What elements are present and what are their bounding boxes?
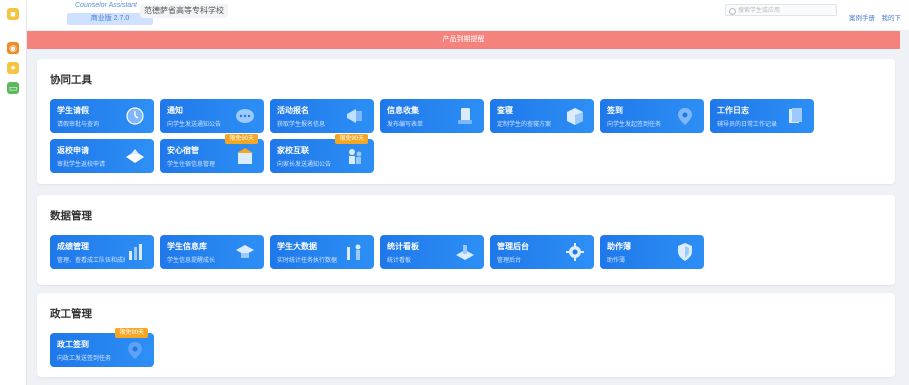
tile-work-log[interactable]: 工作日志 辅导员的日常工作记录 xyxy=(710,99,814,133)
dashboard-icon xyxy=(456,245,474,260)
tile-desc: 学生住宿信息管理 xyxy=(167,162,216,168)
tile-title: 统计看板 xyxy=(387,242,419,251)
tile-political-checkin[interactable]: 限免90天 政工签到 向政工发送签到任务 xyxy=(50,328,154,367)
rss-icon[interactable]: ◉ xyxy=(7,42,19,54)
tile-title: 工作日志 xyxy=(717,106,749,115)
search-icon xyxy=(729,8,736,15)
section-collab-tools: 协同工具 学生请假 请假审批与查询 通知 向学生发送通知公告 活动报名 获取学生… xyxy=(37,59,895,184)
tile-notice[interactable]: 通知 向学生发送通知公告 xyxy=(160,99,264,133)
data-person-icon xyxy=(347,244,361,260)
tile-desc: 向家长发送通知公告 xyxy=(277,162,332,168)
shield-icon xyxy=(678,243,692,261)
tile-desc: 发布编写表单 xyxy=(387,122,424,128)
tile-desc: 辅导员的日常工作记录 xyxy=(717,122,778,128)
tile-desc: 请假审批与查询 xyxy=(57,122,100,128)
section-title: 协同工具 xyxy=(50,74,92,86)
tile-title: 返校申请 xyxy=(57,146,89,155)
tile-desc: 获取学生报名信息 xyxy=(277,122,326,128)
tile-dorm-check[interactable]: 查寝 定制学生的查寝方案 xyxy=(490,99,594,133)
tile-home-school[interactable]: 限免90天 家校互联 向家长发送通知公告 xyxy=(270,134,374,173)
top-links[interactable]: 案例手册 我的下 xyxy=(849,12,901,22)
clock-icon xyxy=(126,107,144,125)
tile-grades[interactable]: 成绩管理 管理、查看成工队伍和成绩 xyxy=(50,235,154,269)
section-title: 数据管理 xyxy=(50,210,92,222)
tile-dorm-manage[interactable]: 限免90天 安心宿管 学生住宿信息管理 xyxy=(160,134,264,173)
top-bar: Counselor Assistant 商业版 2.7.0 范德萨省高等专科学校… xyxy=(27,0,909,30)
tile-desc: 审批学生返校申请 xyxy=(57,162,106,168)
trial-badge: 限免90天 xyxy=(115,328,148,338)
tile-desc: 助作薄 xyxy=(607,258,626,264)
tile-title: 通知 xyxy=(167,106,183,115)
school-name[interactable]: 范德萨省高等专科学校 xyxy=(140,4,228,18)
pin-icon xyxy=(678,108,692,125)
home-icon[interactable]: ■ xyxy=(7,8,19,20)
section-title: 政工管理 xyxy=(50,308,92,320)
tile-desc: 管理后台 xyxy=(497,258,522,264)
tile-title: 家校互联 xyxy=(277,146,309,155)
pin-icon xyxy=(128,342,142,359)
gift-icon[interactable]: ✦ xyxy=(7,62,19,74)
gear-icon xyxy=(566,243,584,261)
section-data-management: 数据管理 成绩管理 管理、查看成工队伍和成绩 学生信息库 学生信息提醒成长 学生… xyxy=(37,195,895,285)
trial-badge: 限免90天 xyxy=(335,134,368,144)
tile-title: 学生大数据 xyxy=(277,242,317,251)
tile-title: 查寝 xyxy=(497,106,513,115)
tile-student-bigdata[interactable]: 学生大数据 实时统计任务执行数据 xyxy=(270,235,374,269)
tile-activity-signup[interactable]: 活动报名 获取学生报名信息 xyxy=(270,99,374,133)
tile-title: 信息收集 xyxy=(387,106,419,115)
search-input[interactable]: 搜索学生或应用 xyxy=(725,4,837,16)
tile-info-collect[interactable]: 信息收集 发布编写表单 xyxy=(380,99,484,133)
tile-return-school[interactable]: 返校申请 审批学生返校申请 xyxy=(50,139,154,173)
tile-desc: 统计看板 xyxy=(387,258,412,264)
graduation-cap-icon xyxy=(236,245,254,258)
phone-icon xyxy=(458,108,472,124)
tile-desc: 向学生发起签到任务 xyxy=(607,122,662,128)
tile-title: 成绩管理 xyxy=(57,242,89,251)
tile-title: 活动报名 xyxy=(277,106,309,115)
left-rail: ■ ◉ ✦ ▭ xyxy=(0,0,27,385)
message-icon[interactable]: ▭ xyxy=(7,82,19,94)
trial-badge: 限免90天 xyxy=(225,134,258,144)
tile-title: 学生信息库 xyxy=(167,242,207,251)
tile-helper-book[interactable]: 助作薄 助作薄 xyxy=(600,235,704,269)
tile-title: 助作薄 xyxy=(607,242,631,251)
tile-title: 管理后台 xyxy=(497,242,529,251)
logo-text: Counselor Assistant xyxy=(75,2,137,9)
tile-desc: 管理、查看成工队伍和成绩 xyxy=(57,258,125,264)
tile-desc: 学生信息提醒成长 xyxy=(167,258,216,264)
tile-student-db[interactable]: 学生信息库 学生信息提醒成长 xyxy=(160,235,264,269)
family-icon xyxy=(349,149,362,164)
search-placeholder: 搜索学生或应用 xyxy=(738,8,781,14)
expiry-banner[interactable]: 产品到期提醒 xyxy=(27,31,900,49)
tile-title: 学生请假 xyxy=(57,106,89,115)
tile-leave[interactable]: 学生请假 请假审批与查询 xyxy=(50,99,154,133)
tile-desc: 向政工发送签到任务 xyxy=(57,356,112,362)
book-icon xyxy=(789,108,802,123)
tile-desc: 实时统计任务执行数据 xyxy=(277,258,338,264)
chat-icon xyxy=(236,109,254,123)
box-icon xyxy=(567,108,583,125)
tile-title: 安心宿管 xyxy=(167,146,199,155)
tile-desc: 向学生发送通知公告 xyxy=(167,122,222,128)
chart-building-icon xyxy=(129,244,142,260)
megaphone-icon xyxy=(347,109,362,123)
tile-desc: 定制学生的查寝方案 xyxy=(497,122,552,128)
tile-title: 政工签到 xyxy=(57,340,89,349)
building-icon xyxy=(237,148,253,164)
section-political-affairs: 政工管理 限免90天 政工签到 向政工发送签到任务 xyxy=(37,293,895,377)
tile-checkin[interactable]: 签到 向学生发起签到任务 xyxy=(600,99,704,133)
tile-admin-backend[interactable]: 管理后台 管理后台 xyxy=(490,235,594,269)
cube-icon xyxy=(126,149,144,163)
tile-stats-board[interactable]: 统计看板 统计看板 xyxy=(380,235,484,269)
tile-title: 签到 xyxy=(607,106,623,115)
